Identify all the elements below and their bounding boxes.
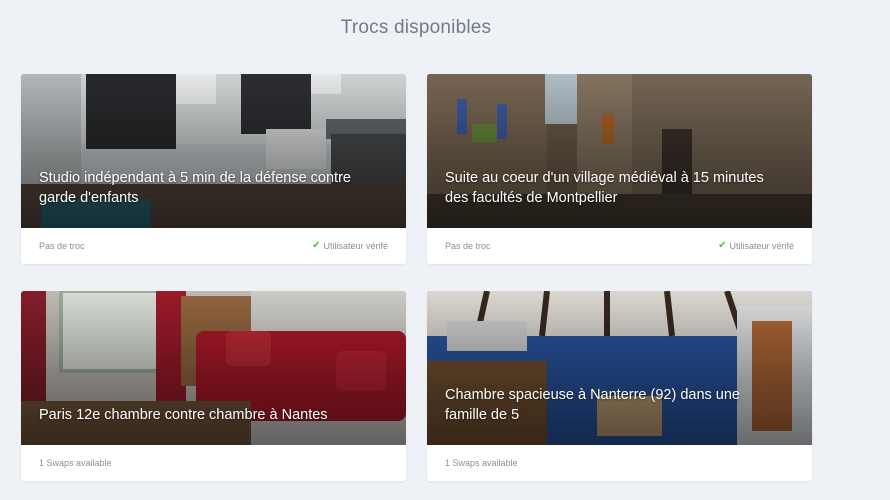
swap-status: 1 Swaps available [39, 458, 112, 468]
check-icon: ✔ [718, 240, 727, 251]
verified-badge: ✔ Utilisateur vérifé [718, 240, 794, 252]
page-title: Trocs disponibles [340, 17, 492, 38]
swap-status: Pas de troc [39, 241, 85, 251]
verified-badge: ✔ Utilisateur vérifé [312, 240, 388, 252]
swap-status: 1 Swaps available [445, 458, 518, 468]
swap-status: Pas de troc [445, 241, 491, 251]
listing-title: Studio indépendant à 5 min de la défense… [39, 170, 351, 206]
listing-footer: Pas de troc ✔ Utilisateur vérifé [21, 228, 406, 264]
listing-photo: Suite au coeur d'un village médiéval à 1… [427, 74, 812, 228]
listing-title: Suite au coeur d'un village médiéval à 1… [445, 170, 764, 206]
check-icon: ✔ [312, 240, 321, 251]
listing-footer: 1 Swaps available [21, 445, 406, 481]
listing-card-village-suite[interactable]: Suite au coeur d'un village médiéval à 1… [427, 74, 812, 264]
listing-photo: Chambre spacieuse à Nanterre (92) dans u… [427, 291, 812, 445]
verified-label: Utilisateur vérifé [729, 241, 794, 251]
listing-photo: Studio indépendant à 5 min de la défense… [21, 74, 406, 228]
listing-photo: Paris 12e chambre contre chambre à Nante… [21, 291, 406, 445]
listing-title: Chambre spacieuse à Nanterre (92) dans u… [445, 387, 740, 423]
listing-title: Paris 12e chambre contre chambre à Nante… [39, 407, 328, 423]
listing-footer: Pas de troc ✔ Utilisateur vérifé [427, 228, 812, 264]
listing-card-studio[interactable]: Studio indépendant à 5 min de la défense… [21, 74, 406, 264]
listing-footer: 1 Swaps available [427, 445, 812, 481]
listing-card-paris-12e[interactable]: Paris 12e chambre contre chambre à Nante… [21, 291, 406, 481]
listing-card-nanterre[interactable]: Chambre spacieuse à Nanterre (92) dans u… [427, 291, 812, 481]
verified-label: Utilisateur vérifé [323, 241, 388, 251]
